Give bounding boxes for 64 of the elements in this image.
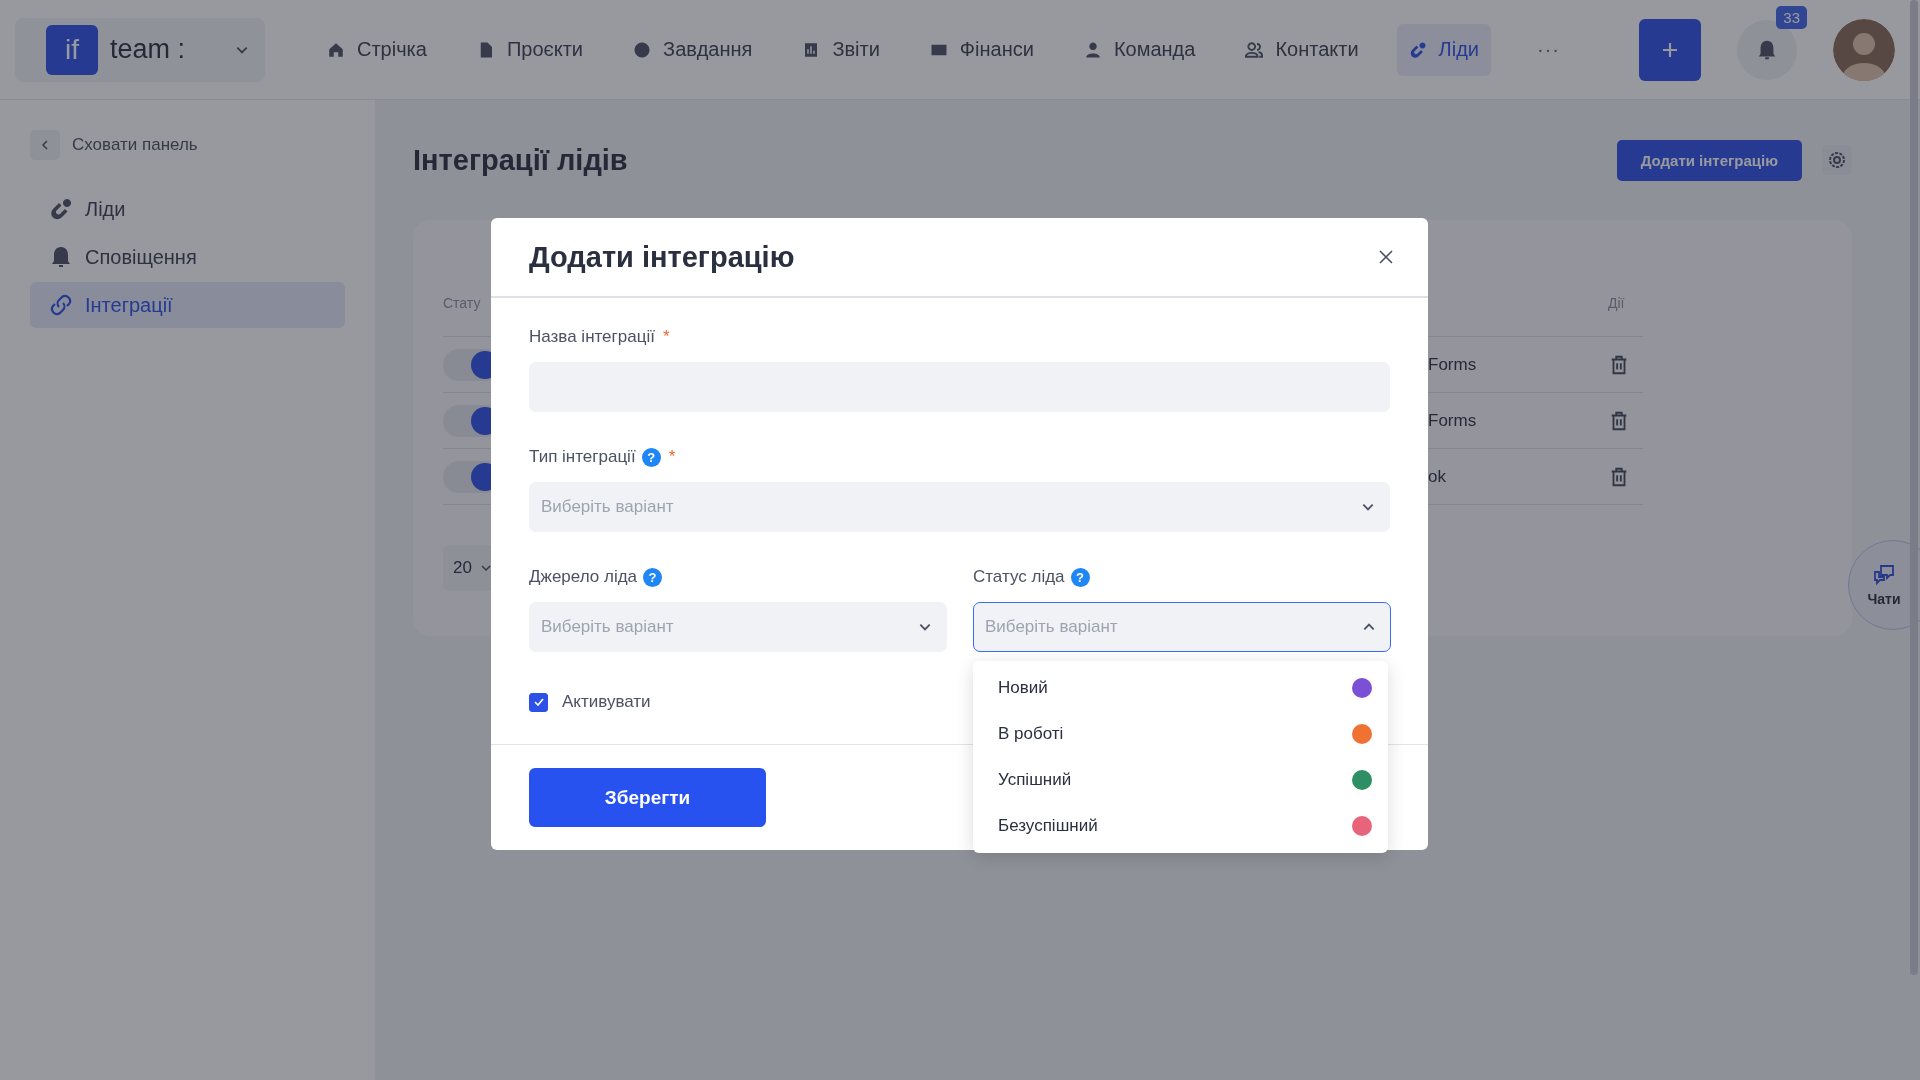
nav-tab[interactable]: Команда <box>1071 23 1208 76</box>
field-label: Статус ліда <box>973 567 1065 587</box>
users-icon <box>1245 40 1264 59</box>
more-button[interactable]: ··· <box>1537 38 1560 61</box>
nav-tab[interactable]: Фінанси <box>917 23 1046 76</box>
magnet-icon <box>1408 40 1427 59</box>
nav-tab[interactable]: Проєкти <box>464 23 596 76</box>
nav-tab[interactable]: Ліди <box>1396 23 1491 76</box>
workspace-name: team : <box>110 34 187 65</box>
sidebar-item[interactable]: Інтеграції <box>30 282 345 328</box>
column-header: Дії <box>1608 295 1626 311</box>
settings-button[interactable] <box>1822 145 1852 175</box>
help-icon[interactable]: ? <box>1070 567 1090 587</box>
table-cell-text: ok <box>1428 466 1447 487</box>
help-icon[interactable]: ? <box>643 567 663 587</box>
chevron-left-icon <box>30 130 60 160</box>
modal-title: Додати інтеграцію <box>529 240 795 274</box>
dropdown-option[interactable]: Безуспішний <box>973 803 1388 849</box>
nav-tab[interactable]: Контакти <box>1233 23 1371 76</box>
notification-badge: 33 <box>1776 5 1807 29</box>
bell-icon <box>1756 38 1778 61</box>
nav-tab[interactable]: Завдання <box>621 23 765 76</box>
bell-icon <box>49 245 73 269</box>
sidebar-item[interactable]: Сповіщення <box>30 234 345 280</box>
required-mark: * <box>662 327 670 347</box>
link-icon <box>49 293 73 317</box>
user-icon <box>1083 40 1102 59</box>
help-icon[interactable]: ? <box>641 447 661 467</box>
option-label: Успішний <box>998 770 1072 790</box>
select-field[interactable]: Виберіть варіант <box>529 602 947 652</box>
close-icon <box>1378 249 1394 265</box>
chevron-down-icon <box>479 562 492 574</box>
magnet-icon <box>49 197 73 221</box>
dropdown-option[interactable]: Успішний <box>973 757 1388 803</box>
sidebar-item[interactable]: Ліди <box>30 186 345 232</box>
select-field[interactable]: Виберіть варіант <box>529 482 1390 532</box>
scrollbar[interactable] <box>1910 0 1918 975</box>
checkmark-icon <box>532 696 545 708</box>
dropdown-option[interactable]: В роботі <box>973 711 1388 757</box>
checkbox-label: Активувати <box>562 692 651 712</box>
workspace-switcher[interactable]: if team : <box>15 17 265 82</box>
field-label: Назва інтеграції <box>529 327 655 347</box>
option-label: Безуспішний <box>998 816 1098 836</box>
column-header: Стату <box>443 295 482 311</box>
required-mark: * <box>668 447 676 467</box>
select-field[interactable]: Виберіть варіант <box>973 602 1391 652</box>
option-label: В роботі <box>998 724 1064 744</box>
save-button[interactable]: Зберегти <box>529 768 766 827</box>
add-integration-button[interactable]: Додати інтеграцію <box>1616 139 1802 181</box>
page-title: Інтеграції лідів <box>413 143 628 177</box>
checkbox[interactable] <box>529 692 548 712</box>
option-label: Новий <box>998 678 1048 698</box>
dropdown-option[interactable]: Новий <box>973 665 1388 711</box>
nav-tab[interactable]: Звіти <box>790 23 892 76</box>
avatar[interactable] <box>1833 18 1895 81</box>
chat-icon <box>1872 563 1896 587</box>
hide-panel-button[interactable]: Сховати панель <box>30 130 345 160</box>
table-cell-text: Forms <box>1428 410 1478 431</box>
table-cell-text: Forms <box>1428 354 1478 375</box>
add-button[interactable] <box>1639 18 1701 81</box>
nav-tab[interactable]: Стрічка <box>315 23 439 76</box>
field-label: Тип інтеграції <box>529 447 636 467</box>
field-label: Джерело ліда <box>529 567 638 587</box>
logo-mark: if <box>46 24 98 75</box>
